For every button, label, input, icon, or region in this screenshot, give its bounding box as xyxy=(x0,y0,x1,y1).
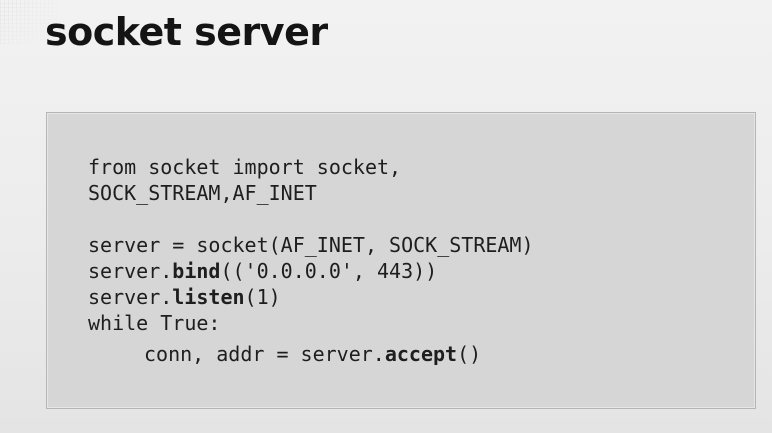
presentation-slide: socket server from socket import socket,… xyxy=(0,0,772,433)
code-method-name: bind xyxy=(172,259,221,283)
code-line-accept: conn, addr = server.accept() xyxy=(144,341,481,367)
code-text: server. xyxy=(88,259,173,283)
code-method-name: accept xyxy=(384,342,458,366)
code-line-import: from socket import socket, xyxy=(88,154,401,180)
code-text: server = socket(AF_INET, SOCK_STREAM) xyxy=(88,233,534,257)
code-line-listen: server.listen(1) xyxy=(88,284,281,310)
code-text: SOCK_STREAM,AF_INET xyxy=(88,181,317,205)
code-text: from socket import socket, xyxy=(88,155,402,179)
code-line-import-continued: SOCK_STREAM,AF_INET xyxy=(88,180,317,206)
code-text: () xyxy=(457,342,482,366)
code-line-bind: server.bind(('0.0.0.0', 443)) xyxy=(88,258,437,284)
code-text: (1) xyxy=(244,285,281,309)
code-text: conn, addr = server. xyxy=(144,342,385,366)
code-text: (('0.0.0.0', 443)) xyxy=(220,259,438,283)
code-line-while: while True: xyxy=(88,310,220,336)
code-line-server-create: server = socket(AF_INET, SOCK_STREAM) xyxy=(88,232,534,258)
code-method-name: listen xyxy=(172,285,245,309)
code-text: while True: xyxy=(88,311,221,335)
slide-title: socket server xyxy=(45,10,328,54)
code-text: server. xyxy=(88,285,173,309)
